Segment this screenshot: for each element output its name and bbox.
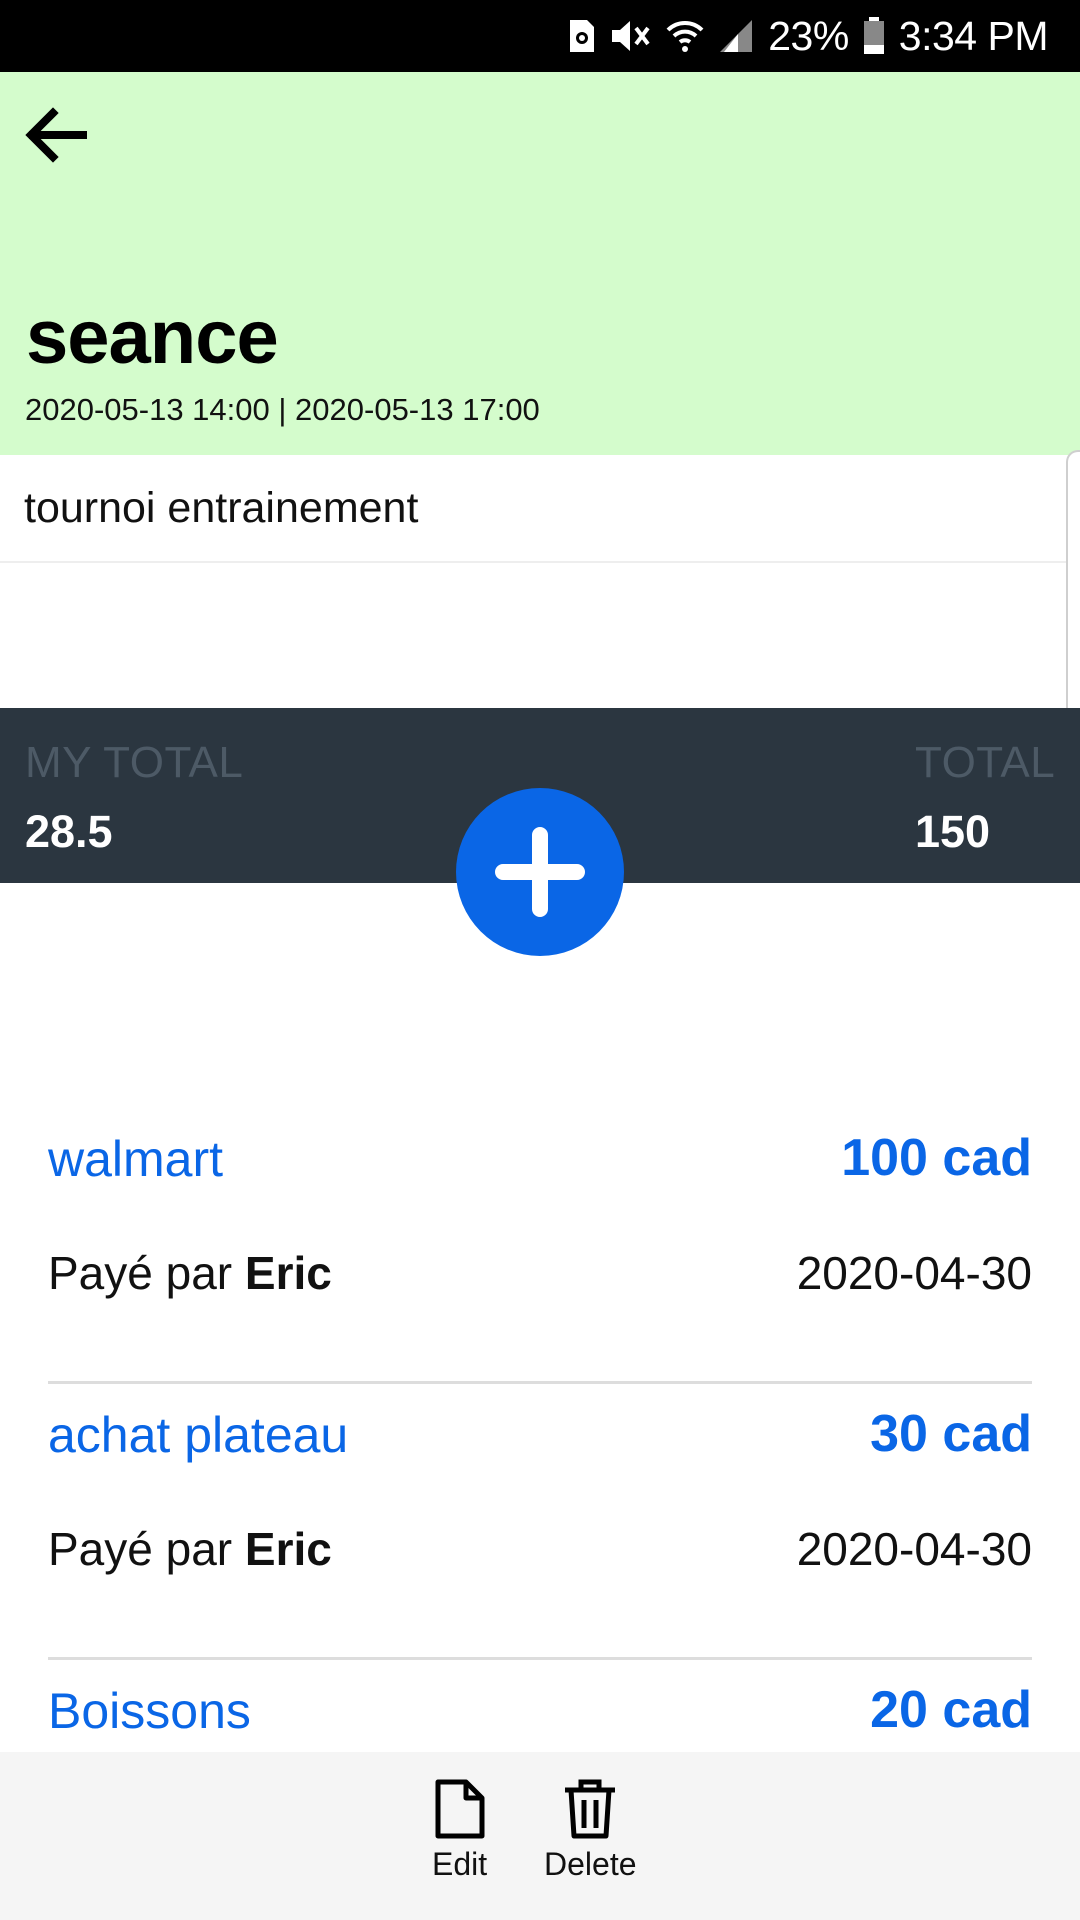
event-description: tournoi entrainement: [0, 455, 1080, 563]
edit-button[interactable]: Edit: [432, 1778, 487, 1883]
add-expense-button[interactable]: [456, 788, 624, 956]
trash-icon: [565, 1779, 616, 1839]
payer-name: Eric: [244, 1247, 332, 1299]
battery-percent: 23%: [768, 12, 849, 59]
status-icons: 23% 3:34 PM: [568, 0, 1049, 72]
arrow-left-icon: [25, 107, 87, 163]
mute-icon: [610, 18, 652, 54]
expense-amount: 100 cad: [841, 1129, 1032, 1187]
signal-icon: [718, 18, 754, 54]
expense-amount: 30 cad: [870, 1405, 1032, 1463]
edit-label: Edit: [432, 1846, 488, 1882]
clock: 3:34 PM: [898, 12, 1049, 59]
file-icon: [435, 1779, 485, 1839]
payer-prefix: Payé par: [48, 1523, 233, 1575]
wifi-icon: [666, 18, 704, 54]
expense-payer: Payé par Eric: [48, 1246, 332, 1300]
description-text: tournoi entrainement: [24, 484, 419, 532]
plus-icon: [495, 827, 585, 917]
battery-icon: [863, 17, 885, 55]
status-bar: 23% 3:34 PM: [0, 0, 1080, 72]
expense-amount: 20 cad: [870, 1681, 1032, 1739]
expense-item[interactable]: achat plateau 30 cad Payé par Eric 2020-…: [48, 1384, 1032, 1660]
expense-name: walmart: [48, 1131, 224, 1187]
event-header: seance 2020-05-13 14:00 | 2020-05-13 17:…: [0, 72, 1080, 455]
event-title: seance: [26, 295, 279, 380]
my-total-label: MY TOTAL: [25, 738, 244, 787]
sim-icon: [568, 18, 596, 54]
expense-name: achat plateau: [48, 1407, 349, 1463]
expense-item[interactable]: walmart 100 cad Payé par Eric 2020-04-30: [48, 1108, 1032, 1384]
bottom-action-bar: Edit Delete: [0, 1752, 1080, 1920]
expense-name: Boissons: [48, 1683, 251, 1739]
delete-label: Delete: [544, 1846, 637, 1882]
total-value: 150: [915, 806, 991, 857]
expense-date: 2020-04-30: [796, 1523, 1032, 1575]
my-total-value: 28.5: [25, 806, 113, 857]
expense-date: 2020-04-30: [796, 1247, 1032, 1299]
expense-payer: Payé par Eric: [48, 1522, 332, 1576]
payer-name: Eric: [244, 1523, 332, 1575]
total-label: TOTAL: [915, 738, 1056, 787]
event-dates: 2020-05-13 14:00 | 2020-05-13 17:00: [25, 392, 540, 427]
delete-button[interactable]: Delete: [544, 1778, 637, 1883]
payer-prefix: Payé par: [48, 1247, 233, 1299]
back-button[interactable]: [14, 94, 96, 176]
